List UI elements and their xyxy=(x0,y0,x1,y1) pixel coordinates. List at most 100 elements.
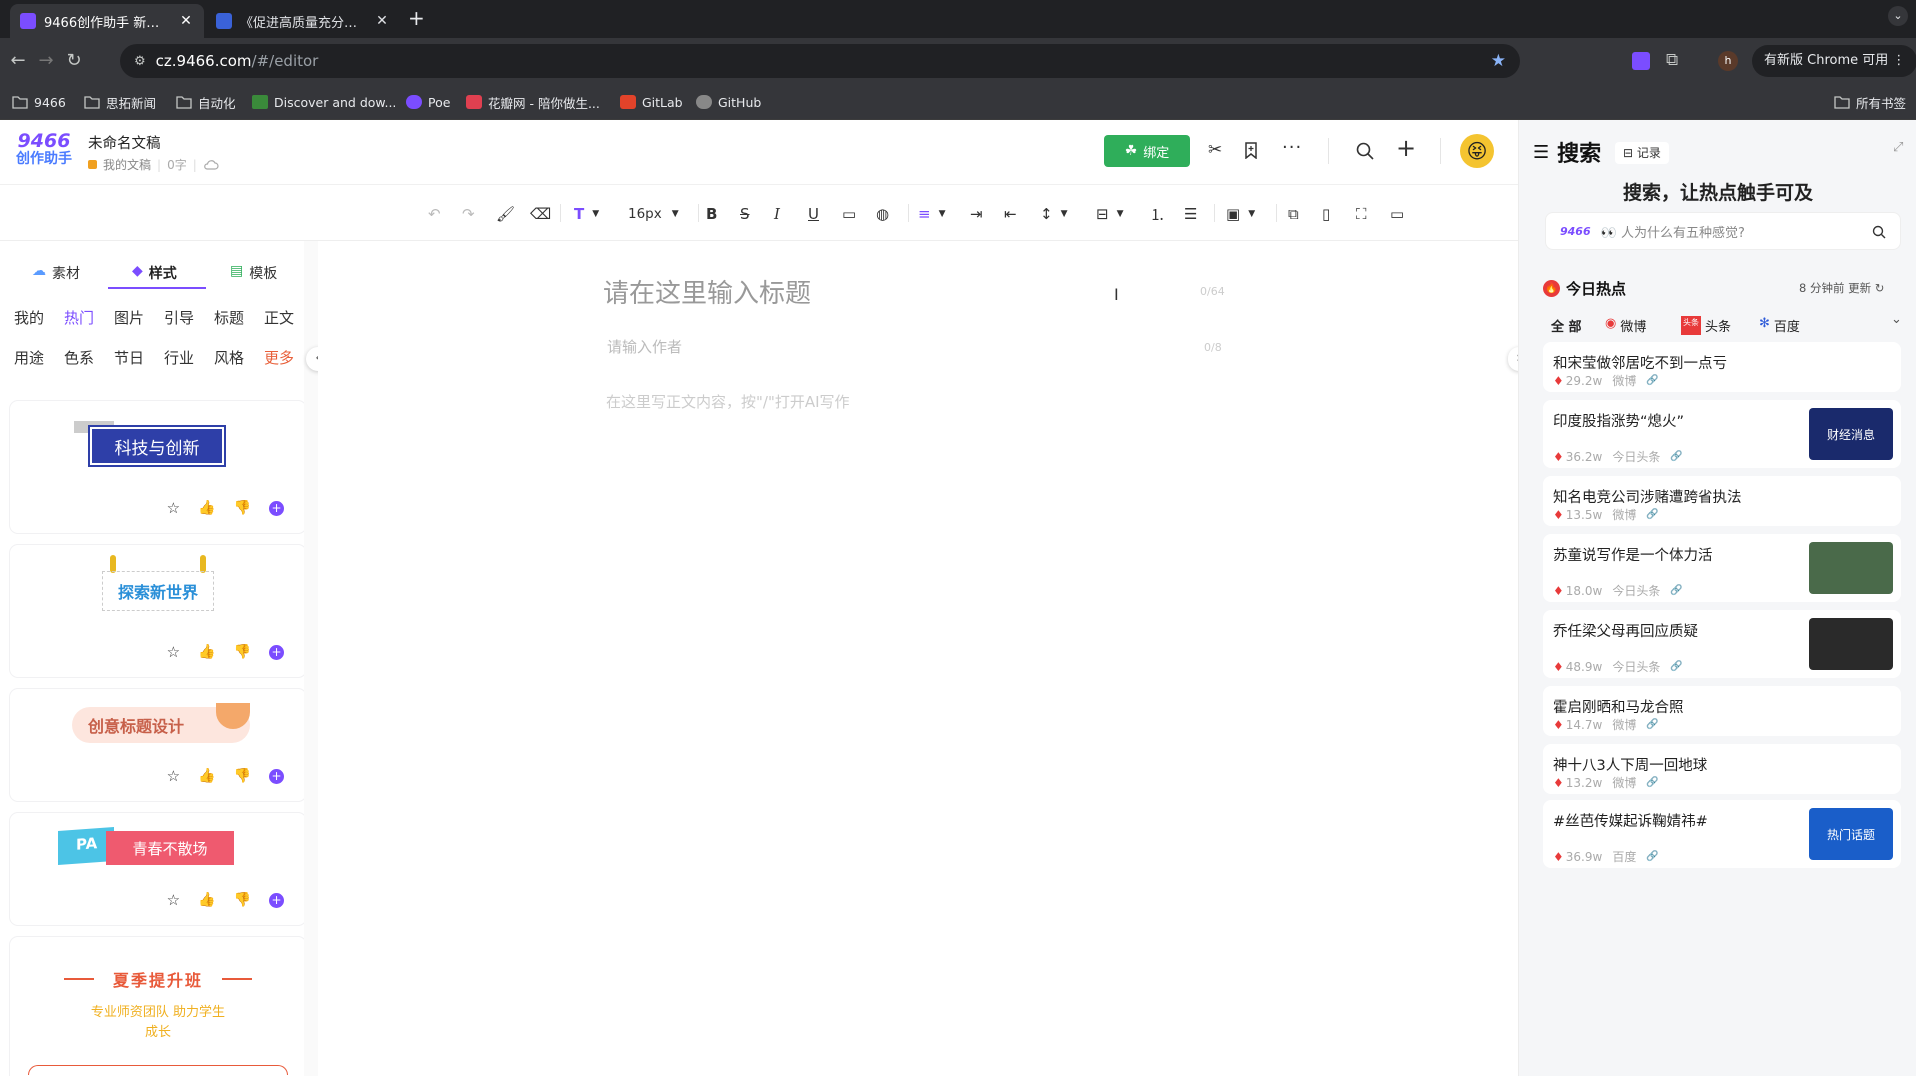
doc-title[interactable]: 未命名文稿 xyxy=(88,132,161,153)
filter-all[interactable]: 全 部 xyxy=(1551,316,1582,335)
underline-icon[interactable]: U xyxy=(808,204,819,224)
hot-item[interactable]: 知名电竞公司涉赌遭跨省执法 ♦ 13.5w 微博 🔗 xyxy=(1543,476,1901,526)
expand-icon[interactable]: ⤢ xyxy=(1893,140,1903,155)
close-tab-icon[interactable]: ✕ xyxy=(374,13,390,29)
add-icon[interactable]: + xyxy=(1396,134,1416,162)
image-dropdown[interactable]: ▣ ▼ xyxy=(1226,204,1255,224)
comment-icon[interactable]: ▭ xyxy=(842,204,856,224)
user-avatar[interactable]: 😝 xyxy=(1460,134,1494,168)
bullet-list-icon[interactable]: ☰ xyxy=(1184,204,1197,224)
bookmark-icon[interactable] xyxy=(1244,142,1258,159)
category-more[interactable]: 更多 xyxy=(264,347,294,368)
bookmark-item[interactable]: Discover and dow... xyxy=(252,92,396,112)
bookmark-item[interactable]: 9466 xyxy=(12,92,66,112)
address-bar[interactable]: ⚙ cz.9466.com/#/editor ★ xyxy=(120,44,1520,78)
add-style-icon[interactable]: + xyxy=(269,768,284,784)
filter-weibo[interactable]: ◉ 微博 xyxy=(1605,316,1646,335)
scissors-icon[interactable]: ✂ xyxy=(1208,140,1222,160)
thumbs-down-icon[interactable]: 👎 xyxy=(234,768,251,784)
site-info-icon[interactable]: ⚙ xyxy=(134,54,146,69)
category-body[interactable]: 正文 xyxy=(264,307,294,328)
search-input[interactable]: 9466 👀 人为什么有五种感觉? xyxy=(1545,212,1901,250)
hot-item[interactable]: 乔任梁父母再回应质疑 ♦ 48.9w 今日头条 🔗 xyxy=(1543,610,1901,678)
category-image[interactable]: 图片 xyxy=(114,307,144,328)
star-icon[interactable]: ☆ xyxy=(167,767,180,785)
forward-icon[interactable]: → xyxy=(34,49,58,73)
chevron-down-icon[interactable]: ⌄ xyxy=(1891,312,1902,327)
bind-button[interactable]: ☘ 绑定 xyxy=(1104,135,1190,167)
copy-icon[interactable]: ⧉ xyxy=(1288,204,1299,224)
redo-icon[interactable]: ↷ xyxy=(462,204,475,224)
author-input[interactable]: 请输入作者 xyxy=(607,336,682,357)
bold-icon[interactable]: B xyxy=(706,204,717,224)
link-icon[interactable]: 🔗 xyxy=(1646,851,1658,862)
star-icon[interactable]: ☆ xyxy=(167,499,180,517)
doc-folder[interactable]: 我的文稿 xyxy=(103,156,151,173)
bookmark-item[interactable]: 花瓣网 - 陪你做生... xyxy=(466,92,600,112)
menu-icon[interactable]: ☰ xyxy=(1533,142,1549,163)
browser-tab-active[interactable]: 9466创作助手 新媒体内容创作 ✕ xyxy=(10,4,204,38)
line-height-dropdown[interactable]: ↕ ▼ xyxy=(1040,204,1068,224)
tab-style[interactable]: ◆ 样式 xyxy=(132,263,177,283)
format-painter-icon[interactable]: 🖌 xyxy=(496,204,515,224)
bookmark-item[interactable]: GitHub xyxy=(696,92,761,112)
ordered-list-icon[interactable]: ⒈ xyxy=(1150,204,1165,224)
body-input[interactable]: 在这里写正文内容，按"/"打开AI写作 xyxy=(606,391,850,412)
more-icon[interactable]: ··· xyxy=(1282,137,1302,158)
record-button[interactable]: ⊟ 记录 xyxy=(1615,142,1669,164)
hot-item[interactable]: 霍启刚晒和马龙合照 ♦ 14.7w 微博 🔗 xyxy=(1543,686,1901,736)
italic-icon[interactable]: I xyxy=(774,204,780,224)
font-size-dropdown[interactable]: 16px ▼ xyxy=(628,204,679,224)
link-icon[interactable]: 🔗 xyxy=(1646,509,1658,520)
category-mine[interactable]: 我的 xyxy=(14,307,44,328)
thumbs-up-icon[interactable]: 👍 xyxy=(198,768,215,784)
category-industry[interactable]: 行业 xyxy=(164,347,194,368)
browser-tab[interactable]: 《促进高质量充分就业》全文 ✕ xyxy=(206,4,400,38)
strikethrough-icon[interactable]: S xyxy=(740,204,750,224)
outdent-icon[interactable]: ⇤ xyxy=(1004,204,1017,224)
screenshot-icon[interactable]: ⛶ xyxy=(1356,204,1367,224)
add-style-icon[interactable]: + xyxy=(269,644,284,660)
hot-item[interactable]: 神十八3人下周一回地球 ♦ 13.2w 微博 🔗 xyxy=(1543,744,1901,794)
category-title[interactable]: 标题 xyxy=(214,307,244,328)
tab-search-icon[interactable]: ⌄ xyxy=(1888,6,1908,26)
filter-baidu[interactable]: ✻ 百度 xyxy=(1759,316,1800,335)
category-color[interactable]: 色系 xyxy=(64,347,94,368)
link-icon[interactable]: 🔗 xyxy=(1670,661,1682,672)
close-tab-icon[interactable]: ✕ xyxy=(178,13,194,29)
mobile-preview-icon[interactable]: ▯ xyxy=(1322,204,1330,224)
undo-icon[interactable]: ↶ xyxy=(428,204,441,224)
link-icon[interactable]: 🔗 xyxy=(1646,719,1658,730)
thumbs-up-icon[interactable]: 👍 xyxy=(198,892,215,908)
thumbs-down-icon[interactable]: 👎 xyxy=(234,500,251,516)
style-card[interactable]: 探索新世界 ☆ 👍 👎 + xyxy=(10,545,306,677)
add-style-icon[interactable]: + xyxy=(269,892,284,908)
bookmark-item[interactable]: GitLab xyxy=(620,92,683,112)
thumbs-down-icon[interactable]: 👎 xyxy=(234,892,251,908)
style-card[interactable]: 创意标题设计 ☆ 👍 👎 + xyxy=(10,689,306,801)
title-input[interactable]: 请在这里输入标题 xyxy=(603,273,811,310)
reload-icon[interactable]: ↻ xyxy=(62,49,86,73)
extensions-puzzle-icon[interactable]: ⧉ xyxy=(1666,50,1678,70)
bookmark-star-icon[interactable]: ★ xyxy=(1491,51,1506,71)
profile-avatar[interactable]: h xyxy=(1718,51,1738,71)
filter-toutiao[interactable]: 头条 头条 xyxy=(1681,316,1731,335)
back-icon[interactable]: ← xyxy=(6,49,30,73)
star-icon[interactable]: ☆ xyxy=(167,891,180,909)
search-icon[interactable] xyxy=(1356,142,1374,160)
desktop-preview-icon[interactable]: ▭ xyxy=(1390,204,1404,224)
link-icon[interactable]: 🔗 xyxy=(1646,375,1658,386)
indent-icon[interactable]: ⇥ xyxy=(970,204,983,224)
style-card[interactable]: 夏季提升班 专业师资团队 助力学生 成长 xyxy=(10,937,306,1076)
style-card[interactable]: 科技与创新 ☆ 👍 👎 + xyxy=(10,401,306,533)
chrome-update-button[interactable]: 有新版 Chrome 可用 ⋮ xyxy=(1752,45,1916,77)
tab-template[interactable]: ▤ 模板 xyxy=(230,263,277,283)
bookmark-item[interactable]: Poe xyxy=(406,92,450,112)
thumbs-down-icon[interactable]: 👎 xyxy=(234,644,251,660)
bookmark-item[interactable]: 思拓新闻 xyxy=(84,92,156,112)
hot-item[interactable]: 苏童说写作是一个体力活 ♦ 18.0w 今日头条 🔗 xyxy=(1543,534,1901,602)
style-card[interactable]: PA 青春不散场 ☆ 👍 👎 + xyxy=(10,813,306,925)
hot-item[interactable]: 印度股指涨势“熄火” ♦ 36.2w 今日头条 🔗 财经消息 xyxy=(1543,400,1901,468)
category-festival[interactable]: 节日 xyxy=(114,347,144,368)
add-style-icon[interactable]: + xyxy=(269,500,284,516)
